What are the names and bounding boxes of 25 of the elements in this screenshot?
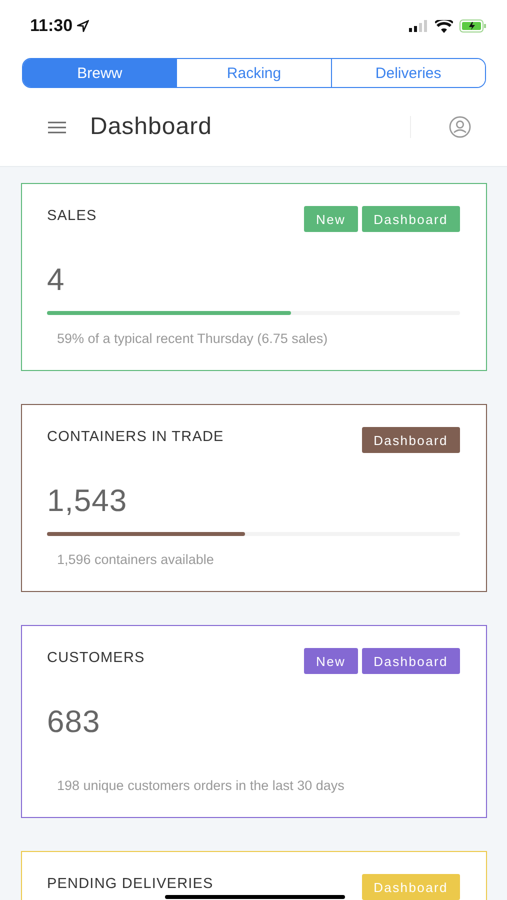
segment-tab[interactable]: Breww: [23, 59, 176, 87]
stat-value: 1,543: [47, 483, 128, 519]
status-time: 11:30: [30, 16, 73, 36]
card-title: SALES: [47, 208, 98, 224]
menu-icon[interactable]: [48, 120, 66, 134]
segment-tab[interactable]: Deliveries: [330, 59, 485, 87]
wifi-icon: [435, 20, 453, 32]
stat-note: 1,596 containers available: [57, 552, 215, 567]
stat-value: 4: [47, 262, 66, 298]
user-icon[interactable]: [449, 116, 471, 138]
location-arrow-icon: [76, 20, 89, 32]
stat-value: 683: [47, 704, 102, 740]
card-title: CUSTOMERS: [47, 650, 146, 666]
dashboard-button[interactable]: Dashboard: [362, 427, 460, 453]
dashboard-button[interactable]: Dashboard: [362, 648, 460, 674]
card-title: PENDING DELIVERIES: [47, 876, 214, 892]
dashboard-button[interactable]: Dashboard: [362, 206, 460, 232]
new-button[interactable]: New: [304, 206, 358, 232]
stat-note: 59% of a typical recent Thursday (6.75 sales): [57, 331, 329, 346]
new-button[interactable]: New: [304, 648, 358, 674]
card-title: CONTAINERS IN TRADE: [47, 429, 225, 445]
signal-icon: [409, 20, 429, 32]
battery-icon: [459, 19, 487, 33]
stat-note: 198 unique customers orders in the last 30 days: [57, 778, 346, 793]
page-title: Dashboard: [90, 113, 212, 141]
